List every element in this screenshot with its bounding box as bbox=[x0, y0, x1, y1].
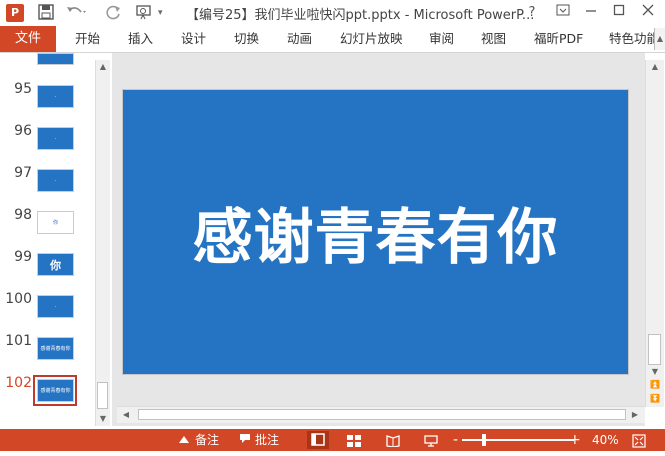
previous-slide-icon[interactable]: ⏫ bbox=[648, 378, 662, 392]
slide-thumbnail[interactable]: · bbox=[37, 127, 74, 150]
slide-thumbnail[interactable]: · bbox=[37, 295, 74, 318]
thumbnail-scrollbar[interactable]: ▲ ▼ bbox=[95, 60, 110, 426]
scroll-down-icon[interactable]: ▼ bbox=[96, 412, 110, 426]
ribbon-tab-bar: 文件 开始 插入 设计 切换 动画 幻灯片放映 审阅 视图 福昕PDF 特色功能… bbox=[0, 26, 665, 53]
tab-slideshow[interactable]: 幻灯片放映 bbox=[340, 26, 403, 52]
tab-transitions[interactable]: 切换 bbox=[234, 26, 259, 52]
slide-thumbnail[interactable]: 你 bbox=[37, 253, 74, 276]
slide-title-text[interactable]: 感谢青春有你 bbox=[193, 189, 559, 276]
slide-sorter-icon[interactable] bbox=[347, 429, 361, 451]
close-icon[interactable] bbox=[636, 3, 660, 23]
scroll-up-icon[interactable]: ▲ bbox=[648, 60, 662, 74]
ribbon-scroll-icon[interactable]: ▲ bbox=[654, 28, 665, 50]
slide-number: 99 bbox=[14, 249, 32, 265]
tab-special-features[interactable]: 特色功能 bbox=[609, 26, 659, 52]
tab-insert[interactable]: 插入 bbox=[128, 26, 153, 52]
slide-thumbnail[interactable]: · bbox=[37, 85, 74, 108]
redo-icon[interactable] bbox=[106, 4, 122, 22]
customize-toolbar-icon[interactable]: ▾ bbox=[158, 4, 163, 22]
zoom-level[interactable]: 40% bbox=[592, 429, 619, 451]
save-icon[interactable] bbox=[38, 4, 54, 22]
zoom-out-button[interactable]: - bbox=[453, 429, 458, 451]
thumbnail-selection-border bbox=[33, 375, 77, 406]
undo-icon[interactable] bbox=[66, 4, 88, 22]
fit-slide-icon[interactable] bbox=[632, 429, 646, 451]
slideshow-view-icon[interactable] bbox=[424, 429, 438, 451]
scrollbar-thumb[interactable] bbox=[97, 382, 108, 409]
slide-thumbnail[interactable]: 感谢青春有你 bbox=[37, 337, 74, 360]
slide-number: 96 bbox=[14, 123, 32, 139]
next-slide-icon[interactable]: ⏬ bbox=[648, 392, 662, 406]
tab-review[interactable]: 审阅 bbox=[429, 26, 454, 52]
tab-file[interactable]: 文件 bbox=[0, 26, 56, 52]
comments-icon[interactable] bbox=[239, 429, 251, 451]
help-icon[interactable]: ? bbox=[520, 3, 544, 23]
tab-design[interactable]: 设计 bbox=[181, 26, 206, 52]
ribbon-display-icon[interactable] bbox=[551, 3, 575, 23]
slide-number-active: 102 bbox=[5, 375, 32, 391]
title-bar: P ▾ 【编号25】我们毕业啦快闪ppt.pptx - Microsoft Po… bbox=[0, 0, 665, 26]
slide-number: 95 bbox=[14, 81, 32, 97]
notes-button[interactable]: 备注 bbox=[195, 429, 219, 451]
zoom-in-button[interactable]: + bbox=[569, 429, 581, 451]
tab-view[interactable]: 视图 bbox=[481, 26, 506, 52]
scroll-left-icon[interactable]: ◀ bbox=[119, 408, 133, 422]
current-slide[interactable]: 感谢青春有你 bbox=[122, 89, 629, 375]
tab-home[interactable]: 开始 bbox=[75, 26, 100, 52]
scroll-up-icon[interactable]: ▲ bbox=[96, 60, 110, 74]
slide-number: 97 bbox=[14, 165, 32, 181]
slide-thumbnail-pane: 95 · 96 · 97 · 98 你 99 你 100 · 101 感谢青春有… bbox=[0, 53, 95, 426]
minimize-icon[interactable] bbox=[579, 3, 603, 23]
zoom-slider[interactable] bbox=[462, 434, 574, 446]
scroll-right-icon[interactable]: ▶ bbox=[628, 408, 642, 422]
maximize-icon[interactable] bbox=[607, 3, 631, 23]
slide-number: 101 bbox=[5, 333, 32, 349]
comments-button[interactable]: 批注 bbox=[255, 429, 279, 451]
window-title: 【编号25】我们毕业啦快闪ppt.pptx - Microsoft PowerP… bbox=[186, 8, 535, 23]
status-bar: 备注 批注 - + 40% bbox=[0, 429, 665, 451]
slide-thumbnail[interactable]: · bbox=[37, 169, 74, 192]
powerpoint-app-icon[interactable]: P bbox=[6, 4, 24, 22]
slide-editing-area: 感谢青春有你 bbox=[112, 53, 645, 426]
scrollbar-thumb[interactable] bbox=[648, 334, 661, 365]
start-from-beginning-icon[interactable] bbox=[136, 4, 154, 22]
slide-thumbnail[interactable]: 你 bbox=[37, 211, 74, 234]
slide-number: 100 bbox=[5, 291, 32, 307]
zoom-slider-handle[interactable] bbox=[482, 434, 487, 446]
tab-foxit-pdf[interactable]: 福昕PDF bbox=[534, 26, 583, 52]
scrollbar-thumb[interactable] bbox=[138, 409, 626, 420]
slide-number: 98 bbox=[14, 207, 32, 223]
scroll-down-icon[interactable]: ▼ bbox=[648, 365, 662, 379]
slide-horizontal-scrollbar[interactable]: ◀ ▶ bbox=[117, 406, 645, 423]
slide-vertical-scrollbar[interactable]: ▲ ▼ ⏫ ⏬ bbox=[645, 60, 664, 407]
reading-view-icon[interactable] bbox=[386, 429, 400, 451]
slide-thumbnail[interactable] bbox=[37, 53, 74, 65]
tab-animations[interactable]: 动画 bbox=[287, 26, 312, 52]
normal-view-icon[interactable] bbox=[307, 431, 329, 449]
notes-icon[interactable] bbox=[178, 429, 190, 451]
